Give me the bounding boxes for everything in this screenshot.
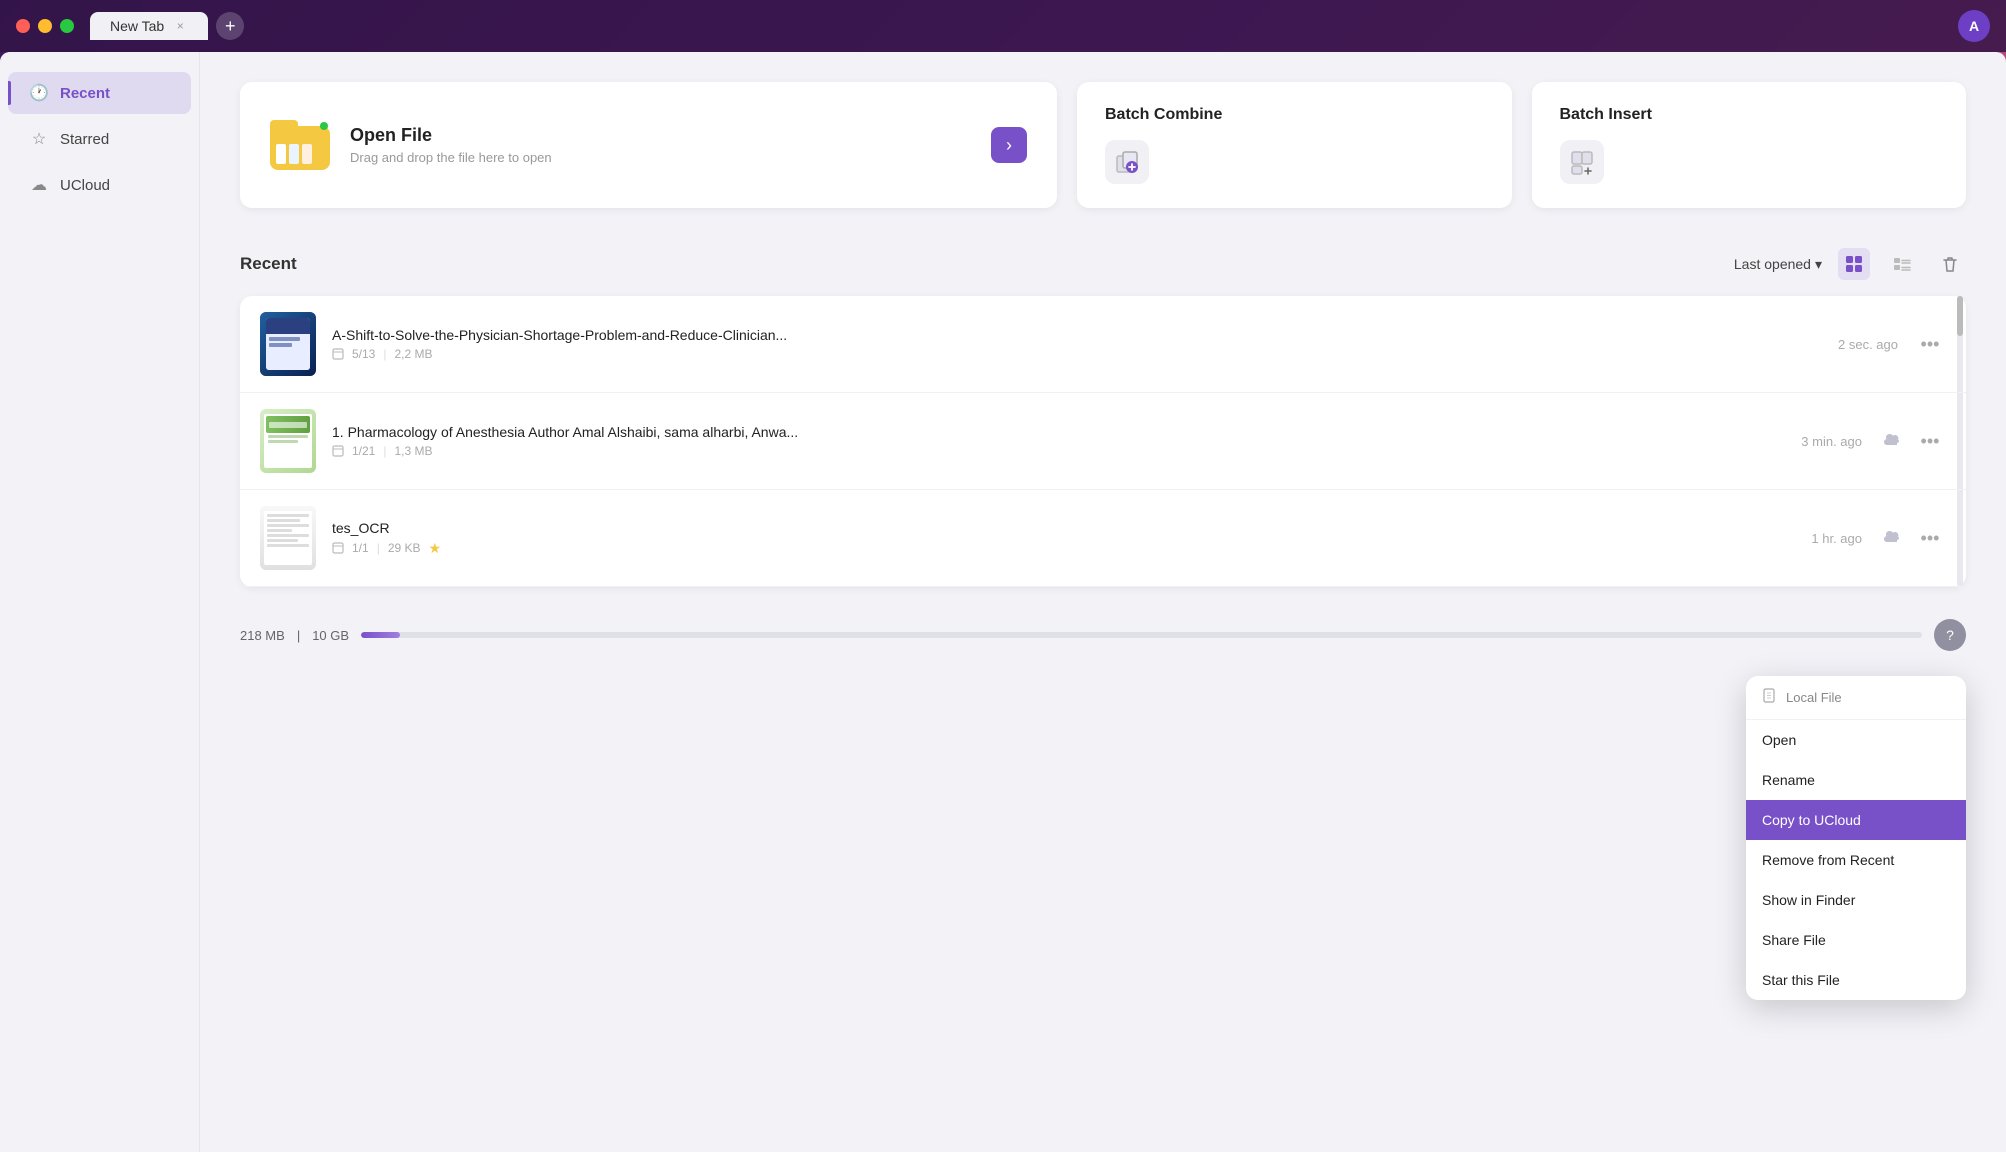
quick-actions: Open File Drag and drop the file here to… <box>240 82 1966 208</box>
open-file-text: Open File Drag and drop the file here to… <box>350 125 552 165</box>
file-name: 1. Pharmacology of Anesthesia Author Ama… <box>332 424 1801 440</box>
ctx-show-in-finder[interactable]: Show in Finder <box>1746 880 1966 920</box>
recent-title: Recent <box>240 254 297 274</box>
tab-label: New Tab <box>110 18 164 34</box>
ctx-share-file[interactable]: Share File <box>1746 920 1966 960</box>
file-info: tes_OCR 1/1 | 29 KB ★ <box>332 520 1811 557</box>
delete-button[interactable] <box>1934 248 1966 280</box>
storage-bar <box>361 632 1922 638</box>
file-name: tes_OCR <box>332 520 1811 536</box>
file-more-button[interactable]: ••• <box>1914 522 1946 554</box>
sidebar-item-recent-label: Recent <box>60 85 110 102</box>
new-tab-button[interactable]: + <box>216 12 244 40</box>
ctx-remove-from-recent[interactable]: Remove from Recent <box>1746 840 1966 880</box>
cloud-icon: ☁ <box>28 174 50 196</box>
cloud-sync-icon <box>1878 524 1906 552</box>
starred-icon: ★ <box>429 540 442 557</box>
file-thumbnail <box>260 506 316 570</box>
file-size: 1,3 MB <box>394 444 432 458</box>
open-file-title: Open File <box>350 125 552 146</box>
batch-insert-card[interactable]: Batch Insert <box>1532 82 1967 208</box>
minimize-button[interactable] <box>38 19 52 33</box>
context-menu-header: Local File <box>1746 676 1966 720</box>
file-pages: 5/13 <box>352 347 375 361</box>
recent-header: Recent Last opened ▾ <box>240 248 1966 280</box>
sidebar-item-recent[interactable]: 🕐 Recent <box>8 72 191 114</box>
storage-separator: | <box>297 628 300 643</box>
sidebar: 🕐 Recent ☆ Starred ☁ UCloud <box>0 52 200 1152</box>
used-storage: 218 MB <box>240 628 285 643</box>
file-pages: 1/1 <box>352 541 369 555</box>
sidebar-item-ucloud-label: UCloud <box>60 177 110 194</box>
context-menu: Local File Open Rename Copy to UCloud Re… <box>1746 676 1966 1000</box>
file-info: 1. Pharmacology of Anesthesia Author Ama… <box>332 424 1801 458</box>
traffic-lights <box>16 19 74 33</box>
file-info: A-Shift-to-Solve-the-Physician-Shortage-… <box>332 327 1838 361</box>
avatar[interactable]: A <box>1958 10 1990 42</box>
file-size: 29 KB <box>388 541 421 555</box>
recent-controls: Last opened ▾ <box>1734 248 1966 280</box>
titlebar: New Tab × + A <box>0 0 2006 52</box>
maximize-button[interactable] <box>60 19 74 33</box>
sidebar-item-starred[interactable]: ☆ Starred <box>8 118 191 160</box>
open-file-card[interactable]: Open File Drag and drop the file here to… <box>240 82 1057 208</box>
folder-icon <box>270 120 330 170</box>
sort-label: Last opened <box>1734 256 1811 272</box>
cloud-sync-icon <box>1878 427 1906 455</box>
file-pages: 1/21 <box>352 444 375 458</box>
open-file-arrow[interactable]: › <box>991 127 1027 163</box>
bottom-bar: 218 MB | 10 GB ? <box>240 607 1966 663</box>
tab-bar: New Tab × + <box>90 12 1958 40</box>
batch-combine-card[interactable]: Batch Combine <box>1077 82 1512 208</box>
local-file-icon <box>1762 688 1778 707</box>
tab-close-icon[interactable]: × <box>172 18 188 34</box>
file-size: 2,2 MB <box>394 347 432 361</box>
chevron-down-icon: ▾ <box>1815 256 1822 273</box>
file-time: 2 sec. ago <box>1838 337 1898 352</box>
tab-new-tab[interactable]: New Tab × <box>90 12 208 40</box>
app-body: 🕐 Recent ☆ Starred ☁ UCloud <box>0 52 2006 1152</box>
file-meta: 1/21 | 1,3 MB <box>332 444 1801 458</box>
file-time: 3 min. ago <box>1801 434 1862 449</box>
file-more-button[interactable]: ••• <box>1914 425 1946 457</box>
help-button[interactable]: ? <box>1934 619 1966 651</box>
file-list: A-Shift-to-Solve-the-Physician-Shortage-… <box>240 296 1966 587</box>
ctx-open[interactable]: Open <box>1746 720 1966 760</box>
batch-insert-icon <box>1560 140 1604 184</box>
star-outline-icon: ☆ <box>28 128 50 150</box>
file-time: 1 hr. ago <box>1811 531 1862 546</box>
batch-combine-icon <box>1105 140 1149 184</box>
open-file-subtitle: Drag and drop the file here to open <box>350 150 552 165</box>
main-area: Open File Drag and drop the file here to… <box>200 52 2006 1152</box>
file-meta: 1/1 | 29 KB ★ <box>332 540 1811 557</box>
batch-insert-title: Batch Insert <box>1560 106 1652 124</box>
storage-bar-fill <box>361 632 400 638</box>
file-row[interactable]: tes_OCR 1/1 | 29 KB ★ 1 hr. ago ••• <box>240 490 1966 587</box>
batch-combine-title: Batch Combine <box>1105 106 1222 124</box>
file-row[interactable]: A-Shift-to-Solve-the-Physician-Shortage-… <box>240 296 1966 393</box>
sidebar-item-starred-label: Starred <box>60 131 109 148</box>
ctx-star-this-file[interactable]: Star this File <box>1746 960 1966 1000</box>
file-meta: 5/13 | 2,2 MB <box>332 347 1838 361</box>
sidebar-item-ucloud[interactable]: ☁ UCloud <box>8 164 191 206</box>
clock-icon: 🕐 <box>28 82 50 104</box>
file-thumbnail <box>260 312 316 376</box>
close-button[interactable] <box>16 19 30 33</box>
file-name: A-Shift-to-Solve-the-Physician-Shortage-… <box>332 327 1838 343</box>
file-thumbnail <box>260 409 316 473</box>
file-row[interactable]: 1. Pharmacology of Anesthesia Author Ama… <box>240 393 1966 490</box>
list-view-button[interactable] <box>1886 248 1918 280</box>
total-storage: 10 GB <box>312 628 349 643</box>
file-more-button[interactable]: ••• <box>1914 328 1946 360</box>
ctx-rename[interactable]: Rename <box>1746 760 1966 800</box>
grid-view-button[interactable] <box>1838 248 1870 280</box>
sort-dropdown[interactable]: Last opened ▾ <box>1734 256 1822 273</box>
context-menu-header-label: Local File <box>1786 690 1842 705</box>
ctx-copy-to-ucloud[interactable]: Copy to UCloud <box>1746 800 1966 840</box>
